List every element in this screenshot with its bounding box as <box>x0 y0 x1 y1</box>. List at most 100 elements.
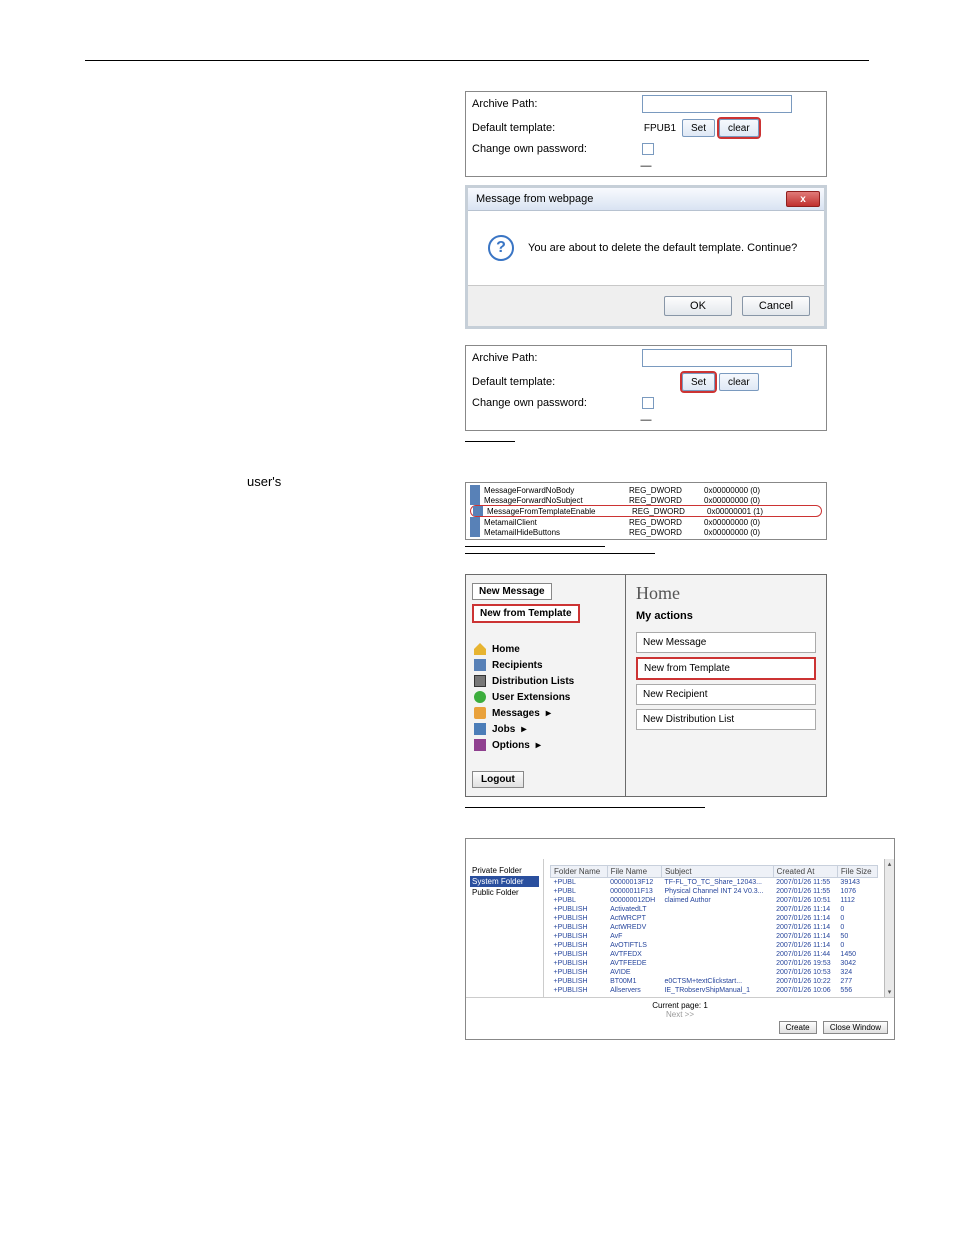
archive-path-input-2[interactable] <box>642 349 792 367</box>
cell: 000000012DH <box>607 896 661 905</box>
cell: 277 <box>837 977 877 986</box>
cell: ActivatedLT <box>607 905 661 914</box>
create-button[interactable]: Create <box>779 1021 817 1034</box>
col-subject[interactable]: Subject <box>661 866 773 878</box>
folder-public[interactable]: Public Folder <box>470 887 539 898</box>
registry-row[interactable]: MetamailHideButtonsREG_DWORD0x00000000 (… <box>470 527 822 537</box>
table-row[interactable]: +PUBLISHBT00M1e0CTSM+textClickstart...20… <box>551 977 878 986</box>
clear-button-2[interactable]: clear <box>719 373 759 391</box>
settings-form-after: Archive Path: Default template: Set clea… <box>465 345 827 431</box>
action-new-recipient[interactable]: New Recipient <box>636 684 816 705</box>
set-button[interactable]: Set <box>682 119 715 137</box>
cancel-button[interactable]: Cancel <box>742 296 810 316</box>
nav-options[interactable]: Options <box>472 737 619 753</box>
logout-button[interactable]: Logout <box>472 771 524 788</box>
table-row[interactable]: +PUBL00000013F12TF-FL_TO_TC_Share_12043.… <box>551 878 878 888</box>
cell: 2007/01/26 19:53 <box>773 959 837 968</box>
cell: 2007/01/26 11:14 <box>773 923 837 932</box>
cell <box>661 959 773 968</box>
cell: 2007/01/26 10:53 <box>773 968 837 977</box>
scrollbar[interactable]: ▴ ▾ <box>884 859 894 997</box>
nav-distribution-lists[interactable]: Distribution Lists <box>472 673 619 689</box>
new-from-template-button[interactable]: New from Template <box>472 604 580 623</box>
table-row[interactable]: +PUBLISHActWREDV2007/01/26 11:140 <box>551 923 878 932</box>
registry-name: MessageForwardNoSubject <box>484 496 629 505</box>
clear-button[interactable]: clear <box>719 119 759 137</box>
cell: 1112 <box>837 896 877 905</box>
pagination-label: Current page: 1 <box>472 1001 888 1010</box>
new-message-button[interactable]: New Message <box>472 583 552 600</box>
registry-value: 0x00000000 (0) <box>704 486 822 495</box>
change-password-label: Change own password: <box>472 143 642 155</box>
registry-row[interactable]: MessageFromTemplateEnableREG_DWORD0x0000… <box>470 505 822 517</box>
registry-value: 0x00000000 (0) <box>704 518 822 527</box>
cell: 0 <box>837 905 877 914</box>
registry-row[interactable]: MessageForwardNoSubjectREG_DWORD0x000000… <box>470 495 822 505</box>
archive-path-label: Archive Path: <box>472 98 642 110</box>
registry-row[interactable]: MetamailClientREG_DWORD0x00000000 (0) <box>470 517 822 527</box>
close-icon[interactable]: x <box>786 191 820 207</box>
nav-recipients[interactable]: Recipients <box>472 657 619 673</box>
cell: 0 <box>837 923 877 932</box>
file-list: Folder Name File Name Subject Created At… <box>544 859 884 997</box>
dash-2: — <box>466 412 826 430</box>
registry-type: REG_DWORD <box>629 528 704 537</box>
change-password-checkbox-2[interactable] <box>642 397 654 409</box>
archive-path-label-2: Archive Path: <box>472 352 642 364</box>
home-heading: Home <box>636 583 816 604</box>
extensions-icon <box>474 691 486 703</box>
registry-value: 0x00000001 (1) <box>707 507 819 516</box>
table-row[interactable]: +PUBL00000011F13Physical Channel INT 24 … <box>551 887 878 896</box>
archive-path-input[interactable] <box>642 95 792 113</box>
options-icon <box>474 739 486 751</box>
nav-user-extensions[interactable]: User Extensions <box>472 689 619 705</box>
col-folder[interactable]: Folder Name <box>551 866 608 878</box>
folder-private[interactable]: Private Folder <box>470 865 539 876</box>
table-row[interactable]: +PUBLISHActWRCPT2007/01/26 11:140 <box>551 914 878 923</box>
registry-name: MetamailClient <box>484 518 629 527</box>
cell: TF-FL_TO_TC_Share_12043... <box>661 878 773 888</box>
nav-home[interactable]: Home <box>472 641 619 657</box>
registry-name: MessageFromTemplateEnable <box>487 507 632 516</box>
change-password-label-2: Change own password: <box>472 397 642 409</box>
close-window-button[interactable]: Close Window <box>823 1021 888 1034</box>
ok-button[interactable]: OK <box>664 296 732 316</box>
registry-row[interactable]: MessageForwardNoBodyREG_DWORD0x00000000 … <box>470 485 822 495</box>
messages-icon <box>474 707 486 719</box>
table-row[interactable]: +PUBLISHAvF2007/01/26 11:1450 <box>551 932 878 941</box>
table-row[interactable]: +PUBLISHAVTFEEDE2007/01/26 19:533042 <box>551 959 878 968</box>
cell: +PUBLISH <box>551 968 608 977</box>
cell: 2007/01/26 11:14 <box>773 914 837 923</box>
cell: Allservers <box>607 986 661 995</box>
next-link[interactable]: Next >> <box>472 1010 888 1019</box>
registry-value: 0x00000000 (0) <box>704 496 822 505</box>
cell: +PUBLISH <box>551 959 608 968</box>
table-row[interactable]: +PUBLISHAllserversIE_TRobservShipManual_… <box>551 986 878 995</box>
col-size[interactable]: File Size <box>837 866 877 878</box>
cell: +PUBLISH <box>551 986 608 995</box>
table-row[interactable]: +PUBLISHAVIDE2007/01/26 10:53324 <box>551 968 878 977</box>
cell: IE_TRobservShipManual_1 <box>661 986 773 995</box>
col-file[interactable]: File Name <box>607 866 661 878</box>
set-button-2[interactable]: Set <box>682 373 715 391</box>
cell: +PUBLISH <box>551 923 608 932</box>
col-created[interactable]: Created At <box>773 866 837 878</box>
cell: AvF <box>607 932 661 941</box>
action-new-distribution-list[interactable]: New Distribution List <box>636 709 816 730</box>
change-password-checkbox[interactable] <box>642 143 654 155</box>
scroll-up-icon[interactable]: ▴ <box>888 860 892 868</box>
cell: +PUBL <box>551 887 608 896</box>
table-row[interactable]: +PUBLISHAVTFEDX2007/01/26 11:441450 <box>551 950 878 959</box>
cell: 2007/01/26 10:22 <box>773 977 837 986</box>
cell: +PUBLISH <box>551 905 608 914</box>
nav-jobs[interactable]: Jobs <box>472 721 619 737</box>
action-new-message[interactable]: New Message <box>636 632 816 653</box>
registry-name: MetamailHideButtons <box>484 528 629 537</box>
table-row[interactable]: +PUBLISHActivatedLT2007/01/26 11:140 <box>551 905 878 914</box>
nav-messages[interactable]: Messages <box>472 705 619 721</box>
table-row[interactable]: +PUBL000000012DHclaimed Author2007/01/26… <box>551 896 878 905</box>
action-new-from-template[interactable]: New from Template <box>636 657 816 680</box>
scroll-down-icon[interactable]: ▾ <box>888 988 892 996</box>
table-row[interactable]: +PUBLISHAvOTIFTLS2007/01/26 11:140 <box>551 941 878 950</box>
folder-system[interactable]: System Folder <box>470 876 539 887</box>
